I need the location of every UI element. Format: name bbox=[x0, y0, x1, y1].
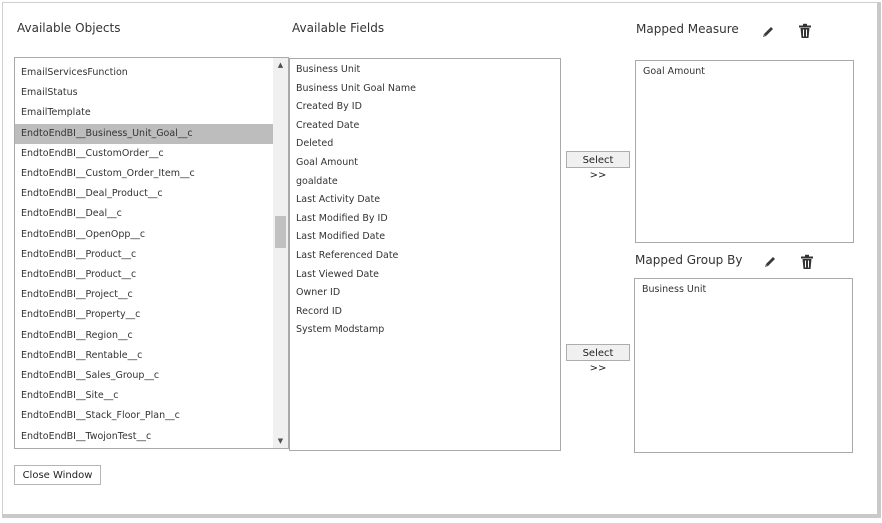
available-fields-heading: Available Fields bbox=[292, 21, 385, 35]
field-list-item[interactable]: Business Unit bbox=[296, 64, 360, 76]
field-list-item[interactable]: Owner ID bbox=[296, 287, 340, 299]
field-list-item[interactable]: Last Modified Date bbox=[296, 231, 385, 243]
object-list-item[interactable]: EndtoEndBI__Site__c bbox=[21, 390, 118, 402]
object-list-item[interactable]: EmailTemplate bbox=[21, 107, 91, 119]
object-list-item[interactable]: EndtoEndBI__Rentable__c bbox=[21, 350, 142, 362]
object-list-item[interactable]: EmailStatus bbox=[21, 87, 78, 99]
field-list-item[interactable]: Business Unit Goal Name bbox=[296, 83, 416, 95]
object-list-item[interactable]: EndtoEndBI__Deal__c bbox=[21, 208, 122, 220]
available-objects-heading: Available Objects bbox=[17, 21, 121, 35]
object-list-item[interactable]: EndtoEndBI__Project__c bbox=[21, 289, 133, 301]
mapped-measure-heading: Mapped Measure bbox=[636, 22, 739, 36]
object-list-item[interactable]: EndtoEndBI__Region__c bbox=[21, 330, 133, 342]
available-fields-list[interactable]: Business Unit Business Unit Goal Name Crea… bbox=[289, 58, 561, 451]
dialog-window: Available Objects EmailServicesFunction E… bbox=[2, 2, 881, 518]
mapped-group-by-value: Business Unit bbox=[642, 284, 707, 295]
field-list-item[interactable]: Goal Amount bbox=[296, 157, 358, 169]
object-list-item[interactable]: EndtoEndBI__Custom_Order_Item__c bbox=[21, 168, 195, 180]
available-objects-scrollbar[interactable]: ▲ ▼ bbox=[273, 58, 288, 448]
trash-icon[interactable] bbox=[797, 23, 813, 39]
object-list-item[interactable]: EndtoEndBI__CustomOrder__c bbox=[21, 148, 164, 160]
trash-icon[interactable] bbox=[799, 254, 815, 270]
field-list-item[interactable]: Deleted bbox=[296, 138, 333, 150]
mapped-group-by-box[interactable]: Business Unit bbox=[634, 278, 853, 453]
scroll-up-icon[interactable]: ▲ bbox=[273, 58, 288, 72]
field-list-item[interactable]: Created By ID bbox=[296, 101, 362, 113]
field-list-item[interactable]: Last Modified By ID bbox=[296, 213, 388, 225]
field-list-item[interactable]: Last Activity Date bbox=[296, 194, 380, 206]
available-objects-list[interactable]: EmailServicesFunction EmailStatus EmailTem… bbox=[14, 57, 289, 449]
pencil-icon[interactable] bbox=[762, 254, 778, 270]
field-list-item[interactable]: Record ID bbox=[296, 306, 342, 318]
object-list-item[interactable]: EndtoEndBI__Product__c bbox=[21, 269, 136, 281]
object-list-item[interactable]: EndtoEndBI__OpenOpp__c bbox=[21, 229, 145, 241]
field-list-item[interactable]: System Modstamp bbox=[296, 324, 384, 336]
field-list-item[interactable]: Last Referenced Date bbox=[296, 250, 398, 262]
scroll-thumb[interactable] bbox=[275, 216, 286, 248]
field-list-item[interactable]: Last Viewed Date bbox=[296, 269, 379, 281]
object-list-item[interactable]: EndtoEndBI__Property__c bbox=[21, 309, 140, 321]
select-measure-button[interactable]: Select >> bbox=[566, 151, 630, 181]
object-list-item[interactable]: EndtoEndBI__Deal_Product__c bbox=[21, 188, 163, 200]
object-list-item[interactable]: EndtoEndBI__Stack_Floor_Plan__c bbox=[21, 410, 180, 422]
field-list-item[interactable]: goaldate bbox=[296, 176, 338, 188]
object-list-item[interactable]: EndtoEndBI__Business_Unit_Goal__c bbox=[15, 123, 273, 144]
scroll-down-icon[interactable]: ▼ bbox=[273, 434, 288, 448]
object-list-item[interactable]: EndtoEndBI__Sales_Group__c bbox=[21, 370, 159, 382]
close-window-button[interactable]: Close Window bbox=[14, 465, 101, 485]
mapped-measure-value: Goal Amount bbox=[643, 66, 705, 77]
mapped-group-by-heading: Mapped Group By bbox=[635, 253, 743, 267]
pencil-icon[interactable] bbox=[760, 24, 776, 40]
object-list-item[interactable]: EmailServicesFunction bbox=[21, 67, 128, 79]
object-list-item[interactable]: EndtoEndBI__TwojonTest__c bbox=[21, 431, 151, 443]
field-list-item[interactable]: Created Date bbox=[296, 120, 359, 132]
object-list-item[interactable]: EndtoEndBI__Product__c bbox=[21, 249, 136, 261]
mapped-measure-box[interactable]: Goal Amount bbox=[635, 60, 854, 243]
select-group-by-button[interactable]: Select >> bbox=[566, 344, 630, 374]
